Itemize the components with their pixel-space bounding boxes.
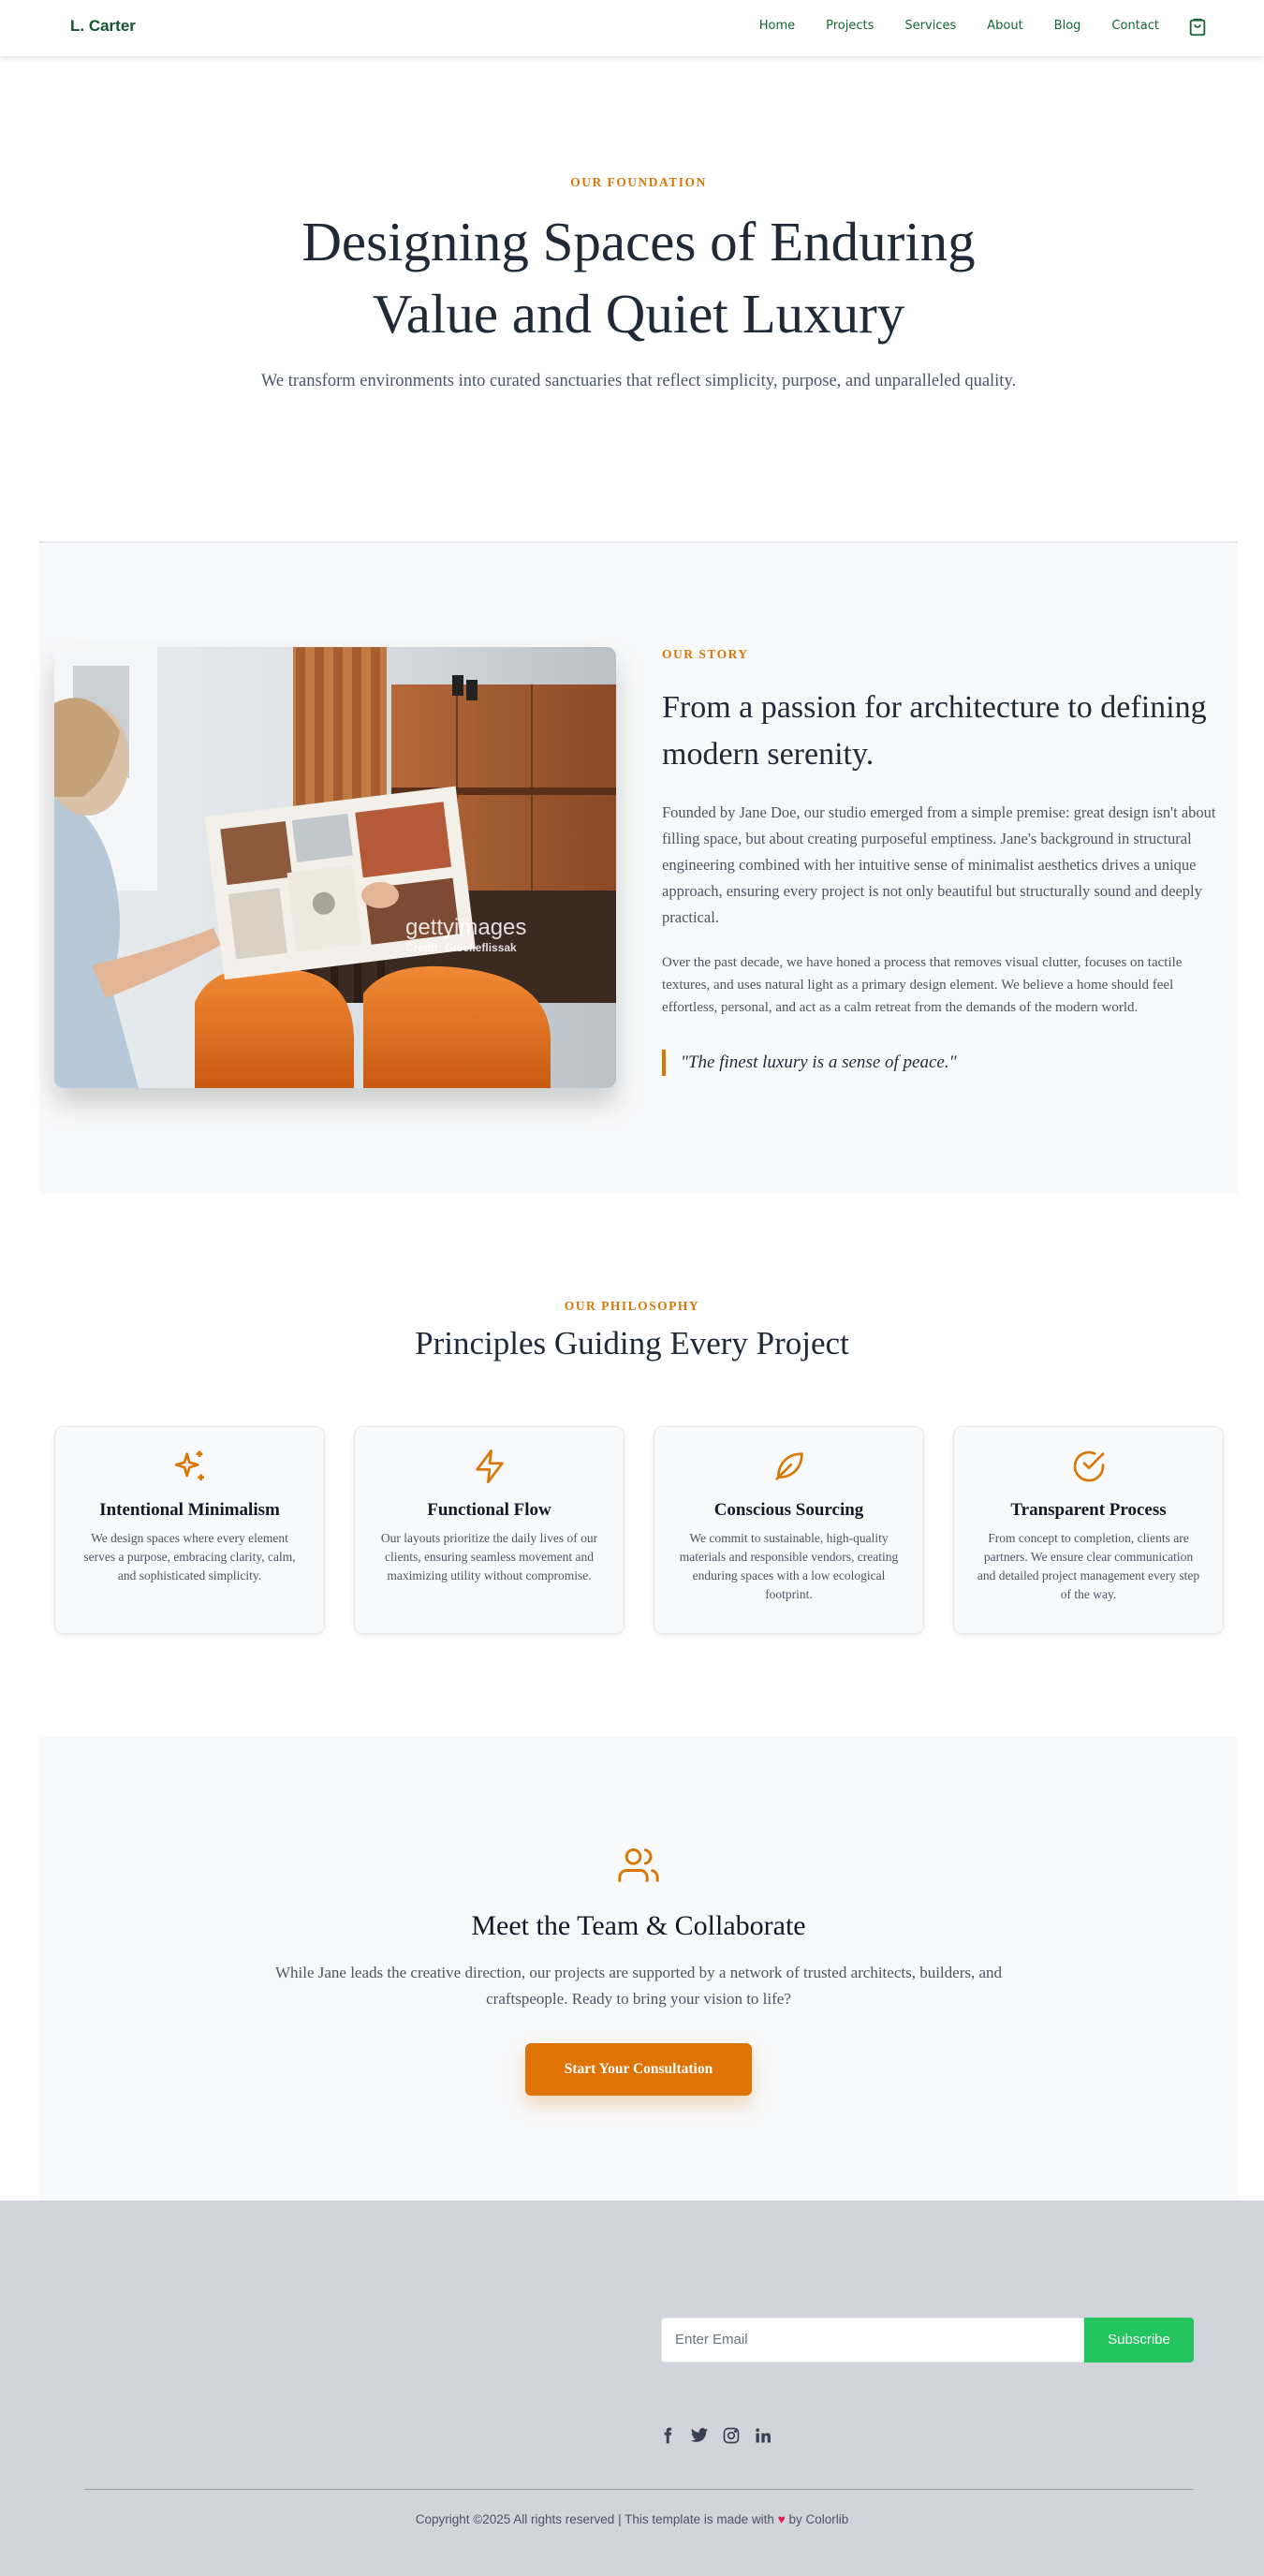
principle-title: Conscious Sourcing: [713, 1500, 864, 1520]
nav-links: Home Projects Services About Blog Contac…: [728, 19, 1159, 33]
colorlib-link[interactable]: by Colorlib: [788, 2512, 848, 2526]
facebook-icon[interactable]: [658, 2426, 677, 2445]
principle-cards: Intentional Minimalism We design spaces …: [54, 1426, 1225, 1634]
subscribe-button[interactable]: Subscribe: [1084, 2318, 1194, 2363]
brand-logo[interactable]: L. Carter: [70, 17, 136, 36]
nav-link-about[interactable]: About: [987, 19, 1022, 33]
team-section: Meet the Team & Collaborate While Jane l…: [39, 1737, 1238, 2201]
hero-section: OUR FOUNDATION Designing Spaces of Endur…: [39, 56, 1238, 543]
principle-card: Functional Flow Our layouts prioritize t…: [354, 1426, 625, 1634]
copyright-text: Copyright ©2025 All rights reserved | Th…: [0, 2512, 1264, 2526]
nav-link-projects[interactable]: Projects: [826, 19, 874, 33]
principle-card: Intentional Minimalism We design spaces …: [54, 1426, 325, 1634]
nav-link-services[interactable]: Services: [904, 19, 956, 33]
story-section: gettyimages Credit: Giselleflissak OUR S…: [39, 543, 1238, 1194]
sparkles-icon: [174, 1450, 204, 1480]
principle-card: Conscious Sourcing We commit to sustaina…: [654, 1426, 924, 1634]
lightning-icon: [475, 1450, 504, 1483]
story-eyebrow: OUR STORY: [662, 647, 749, 661]
social-links: [658, 2426, 772, 2445]
top-navbar: L. Carter Home Projects Services About B…: [0, 0, 1264, 56]
principle-text: We commit to sustainable, high-quality m…: [679, 1531, 899, 1601]
nav-link-blog[interactable]: Blog: [1054, 19, 1081, 33]
heart-icon: ♥: [777, 2512, 786, 2526]
story-text: OUR STORY From a passion for architectur…: [662, 647, 1224, 1076]
story-paragraph-1: Founded by Jane Doe, our studio emerged …: [662, 803, 1216, 926]
users-icon: [618, 1848, 659, 1882]
principle-title: Transparent Process: [1010, 1500, 1167, 1520]
philosophy-title: Principles Guiding Every Project: [415, 1325, 849, 1362]
linkedin-icon[interactable]: [754, 2426, 772, 2445]
principle-text: From concept to completion, clients are …: [977, 1531, 1200, 1601]
team-title: Meet the Team & Collaborate: [471, 1910, 806, 1941]
nav-link-home[interactable]: Home: [759, 19, 795, 33]
check-circle-icon: [1073, 1450, 1104, 1482]
hero-eyebrow: OUR FOUNDATION: [570, 175, 707, 189]
hero-subtitle: We transform environments into curated s…: [260, 372, 1017, 390]
principle-title: Functional Flow: [427, 1500, 551, 1520]
philosophy-eyebrow: OUR PHILOSOPHY: [564, 1299, 700, 1313]
principle-title: Intentional Minimalism: [99, 1500, 280, 1520]
twitter-icon[interactable]: [690, 2426, 709, 2445]
getty-watermark: gettyimages: [405, 915, 526, 940]
philosophy-section: OUR PHILOSOPHY Principles Guiding Every …: [0, 1194, 1264, 1737]
instagram-icon[interactable]: [722, 2426, 741, 2445]
nav-link-contact[interactable]: Contact: [1111, 19, 1159, 33]
story-quote: "The finest luxury is a sense of peace.": [662, 1050, 1224, 1076]
principle-text: We design spaces where every element ser…: [83, 1531, 296, 1582]
leaf-icon: [774, 1452, 803, 1480]
footer: Enter Email Subscribe Copyright ©2025 Al…: [0, 2201, 1264, 2576]
getty-credit: Credit: Giselleflissak: [405, 941, 517, 954]
shopping-bag-icon[interactable]: [1187, 17, 1208, 37]
footer-divider: [84, 2489, 1194, 2490]
team-text: While Jane leads the creative direction,…: [274, 1964, 1003, 2008]
copyright-prefix: Copyright ©2025 All rights reserved | Th…: [415, 2512, 774, 2526]
email-input[interactable]: Enter Email: [661, 2318, 1084, 2363]
story-title: From a passion for architecture to defin…: [662, 690, 1207, 772]
hero-title: Designing Spaces of Enduring Value and Q…: [301, 211, 976, 345]
start-consultation-button[interactable]: Start Your Consultation: [525, 2043, 752, 2096]
principle-card: Transparent Process From concept to comp…: [953, 1426, 1224, 1634]
principle-text: Our layouts prioritize the daily lives o…: [380, 1531, 598, 1582]
story-photo: gettyimages Credit: Giselleflissak: [54, 647, 616, 1088]
story-paragraph-2: Over the past decade, we have honed a pr…: [662, 955, 1183, 1015]
